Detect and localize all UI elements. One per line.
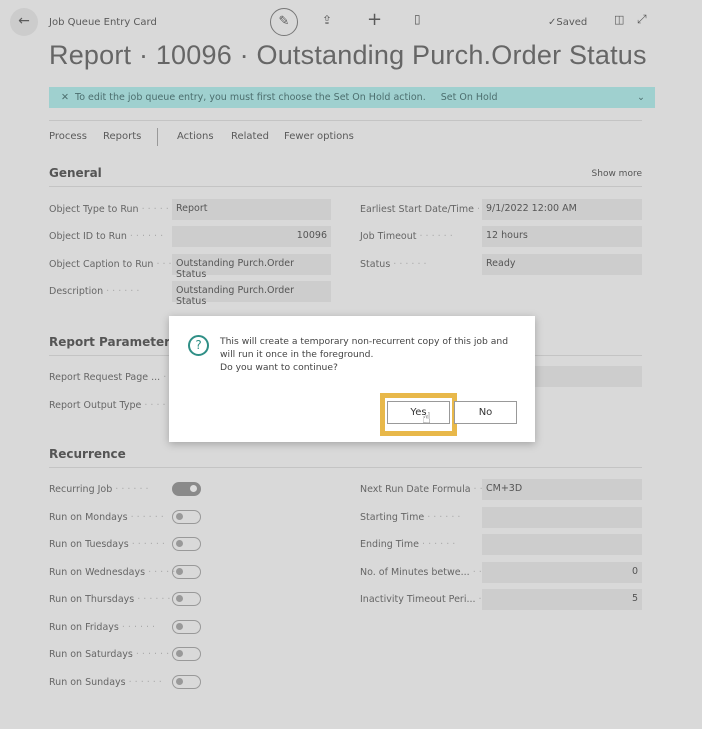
field-value[interactable]: Outstanding Purch.Order Status <box>172 280 331 307</box>
field-value[interactable]: 0 <box>482 561 642 583</box>
toggle-switch[interactable] <box>172 509 201 524</box>
toggle-switch[interactable] <box>172 537 201 551</box>
field-label: Ending Time <box>360 539 455 550</box>
field-label: Job Timeout <box>360 231 453 242</box>
breadcrumb: Job Queue Entry Card <box>49 17 157 28</box>
toggle-switch[interactable] <box>172 647 201 661</box>
field-value[interactable]: 5 <box>482 589 642 610</box>
saved-status: ✓Saved <box>548 17 588 28</box>
field-label: Status <box>360 259 427 270</box>
menu-related[interactable]: Related <box>231 131 269 142</box>
banner-message: To edit the job queue entry, you must fi… <box>75 92 426 103</box>
yes-button[interactable]: Yes <box>387 401 450 424</box>
field-value[interactable]: 12 hours <box>482 226 642 248</box>
toggle-label: Run on Thursdays <box>49 594 170 605</box>
show-more-link[interactable]: Show more <box>592 169 642 179</box>
toggle-switch[interactable] <box>172 674 201 689</box>
section-title: General <box>49 166 102 180</box>
field-value[interactable] <box>482 534 642 555</box>
menu-reports[interactable]: Reports <box>103 131 141 142</box>
field-label: Description <box>49 286 139 297</box>
toggle-switch[interactable] <box>172 592 201 606</box>
page-title: Report · 10096 · Outstanding Purch.Order… <box>49 40 647 70</box>
expand-icon[interactable]: ⤢ <box>637 12 647 27</box>
section-recurrence[interactable]: Recurrence <box>49 447 642 468</box>
section-general[interactable]: General Show more <box>49 166 642 187</box>
notification-banner: ✕ To edit the job queue entry, you must … <box>49 87 655 108</box>
back-button[interactable]: ← <box>10 8 38 36</box>
field-value[interactable]: Report <box>172 199 331 220</box>
field-label: Starting Time <box>360 512 460 523</box>
new-icon[interactable]: + <box>367 9 382 30</box>
field-label: Object Caption to Run <box>49 259 190 270</box>
open-new-window-icon[interactable]: ◫ <box>614 13 624 26</box>
field-value[interactable]: Outstanding Purch.Order Status <box>172 253 331 280</box>
field-value[interactable] <box>482 506 642 528</box>
no-button[interactable]: No <box>454 401 517 424</box>
field-value[interactable]: CM+3D <box>482 479 642 500</box>
hand-cursor-icon: ☝ <box>422 409 432 427</box>
close-icon[interactable]: ✕ <box>61 92 69 103</box>
set-on-hold-link[interactable]: Set On Hold <box>441 92 498 103</box>
chevron-down-icon[interactable]: ⌄ <box>637 92 645 103</box>
toggle-label: Run on Fridays <box>49 622 155 633</box>
toggle-switch[interactable] <box>172 482 201 496</box>
dialog-message-line: will run it once in the foreground. <box>220 349 374 360</box>
field-label: Report Output Type <box>49 400 178 411</box>
question-icon: ? <box>188 335 209 356</box>
menu-process[interactable]: Process <box>49 131 87 142</box>
menu-fewer-options[interactable]: Fewer options <box>284 131 354 142</box>
toggle-label: Recurring Job <box>49 484 149 495</box>
field-label: Object ID to Run <box>49 231 163 242</box>
dialog-message-line: Do you want to continue? <box>220 362 338 373</box>
field-value[interactable]: 10096 <box>172 226 331 248</box>
field-value[interactable]: Ready <box>482 253 642 275</box>
toggle-label: Run on Sundays <box>49 677 162 688</box>
field-label: Object Type to Run <box>49 204 175 215</box>
toggle-label: Run on Mondays <box>49 512 164 523</box>
delete-icon[interactable]: ▯ <box>414 12 421 26</box>
field-value[interactable]: 9/1/2022 12:00 AM <box>482 199 642 220</box>
edit-button[interactable]: ✎ <box>270 8 298 36</box>
toggle-label: Run on Tuesdays <box>49 539 165 550</box>
confirm-dialog: ? This will create a temporary non-recur… <box>169 316 535 442</box>
menu-actions[interactable]: Actions <box>177 131 214 142</box>
toggle-label: Run on Wednesdays <box>49 567 181 578</box>
dialog-message-line: This will create a temporary non-recurre… <box>220 336 509 347</box>
share-icon[interactable]: ⇪ <box>322 13 332 27</box>
toggle-switch[interactable] <box>172 564 201 579</box>
toggle-switch[interactable] <box>172 619 201 634</box>
toggle-label: Run on Saturdays <box>49 649 169 660</box>
